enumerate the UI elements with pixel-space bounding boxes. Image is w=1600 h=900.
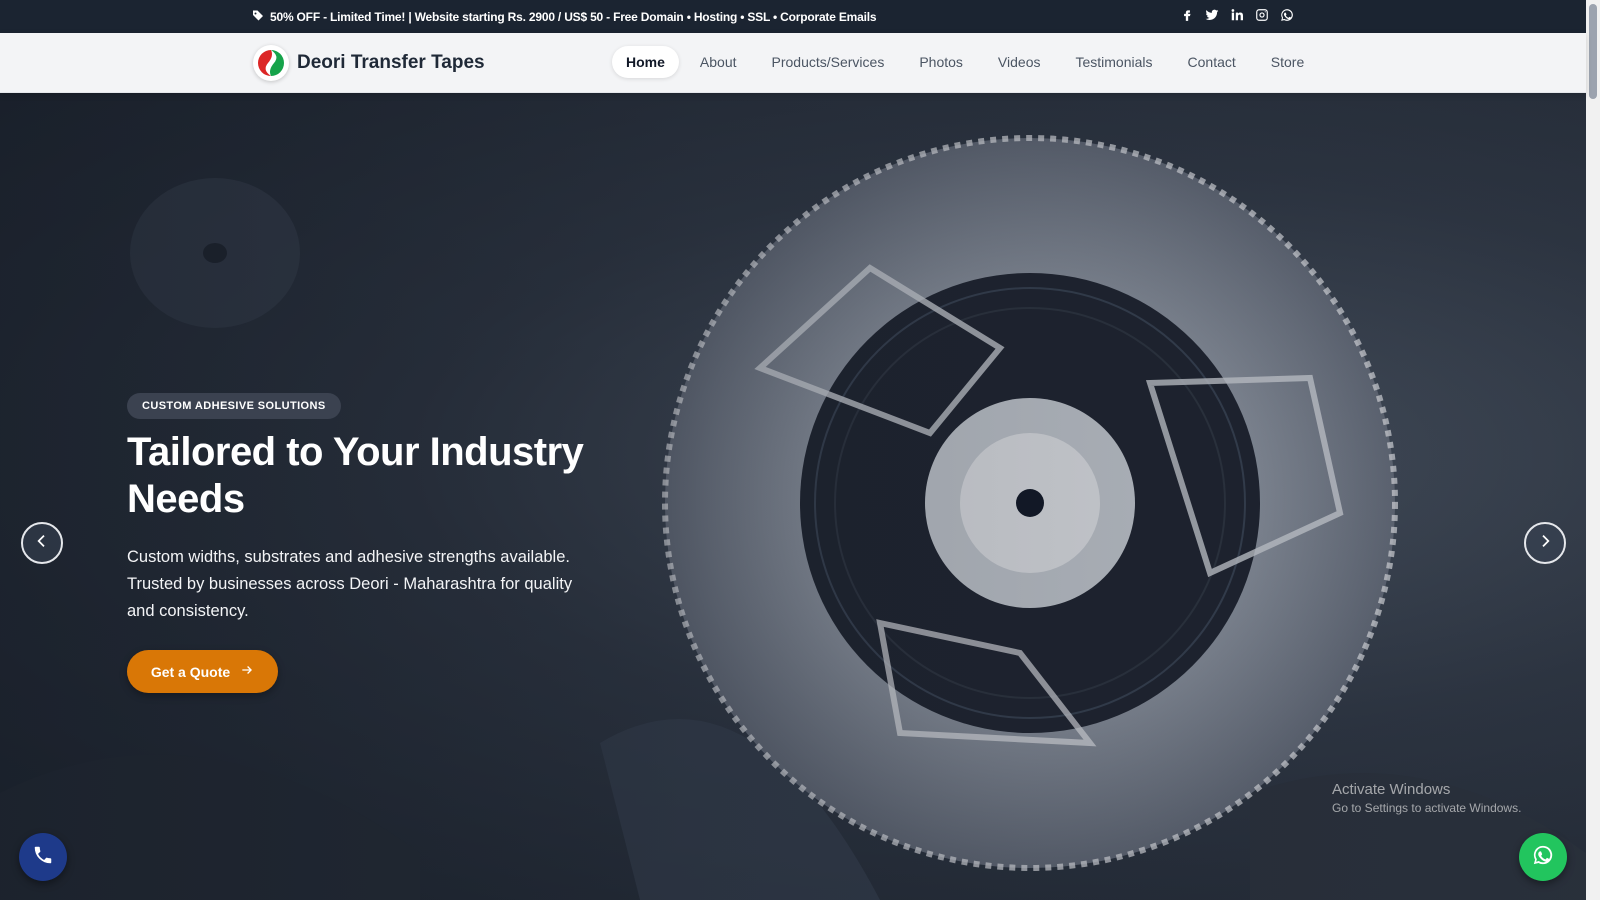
facebook-icon[interactable] xyxy=(1180,8,1194,22)
nav-item-contact[interactable]: Contact xyxy=(1174,46,1250,78)
twitter-icon[interactable] xyxy=(1205,8,1219,22)
main-navbar: Deori Transfer Tapes Home About Products… xyxy=(0,33,1586,93)
nav-item-store[interactable]: Store xyxy=(1257,46,1318,78)
carousel-prev-button[interactable] xyxy=(21,522,63,564)
scrollbar-thumb[interactable] xyxy=(1589,4,1597,99)
activate-title: Activate Windows xyxy=(1332,781,1451,798)
get-a-quote-button[interactable]: Get a Quote xyxy=(127,650,278,693)
nav-item-photos[interactable]: Photos xyxy=(905,46,977,78)
hero-subtext: Custom widths, substrates and adhesive s… xyxy=(127,548,573,620)
get-a-quote-label: Get a Quote xyxy=(150,663,231,680)
nav-item-products-services[interactable]: Products/Services xyxy=(758,46,899,78)
promo-bar: 50% OFF - Limited Time! | Website starti… xyxy=(0,0,1586,33)
brand[interactable]: Deori Transfer Tapes xyxy=(253,45,485,81)
tag-icon xyxy=(252,9,264,24)
page-scrollbar[interactable] xyxy=(1586,0,1600,900)
nav-menu: Home About Products/Services Photos Vide… xyxy=(612,46,1325,78)
promo: 50% OFF - Limited Time! | Website starti… xyxy=(252,9,877,24)
instagram-icon[interactable] xyxy=(1255,8,1269,22)
call-button[interactable] xyxy=(19,833,67,881)
arrow-right-icon xyxy=(240,663,254,680)
whatsapp-icon[interactable] xyxy=(1280,8,1294,22)
nav-item-videos[interactable]: Videos xyxy=(984,46,1055,78)
linkedin-icon[interactable] xyxy=(1230,8,1244,22)
whatsapp-chat-button[interactable] xyxy=(1519,833,1567,881)
carousel-next-button[interactable] xyxy=(1524,522,1566,564)
phone-icon xyxy=(32,844,54,871)
chevron-right-icon xyxy=(1537,533,1553,554)
activate-subtitle: Go to Settings to activate Windows. xyxy=(1332,801,1522,815)
promo-text: 50% OFF - Limited Time! | Website starti… xyxy=(270,9,877,24)
nav-item-testimonials[interactable]: Testimonials xyxy=(1061,46,1166,78)
nav-item-about[interactable]: About xyxy=(686,46,751,78)
brand-name: Deori Transfer Tapes xyxy=(297,52,485,73)
social-links xyxy=(1180,8,1294,22)
chevron-left-icon xyxy=(34,533,50,554)
activate-windows-watermark: Activate Windows Go to Settings to activ… xyxy=(1332,781,1521,815)
logo-icon xyxy=(253,45,289,81)
hero-badge: CUSTOM ADHESIVE SOLUTIONS xyxy=(127,393,341,419)
hero-section: CUSTOM ADHESIVE SOLUTIONS Tailored to Yo… xyxy=(0,93,1586,900)
whatsapp-icon xyxy=(1532,844,1554,871)
nav-item-home[interactable]: Home xyxy=(612,46,679,78)
hero-headline: Tailored to Your Industry Needs xyxy=(127,430,584,521)
